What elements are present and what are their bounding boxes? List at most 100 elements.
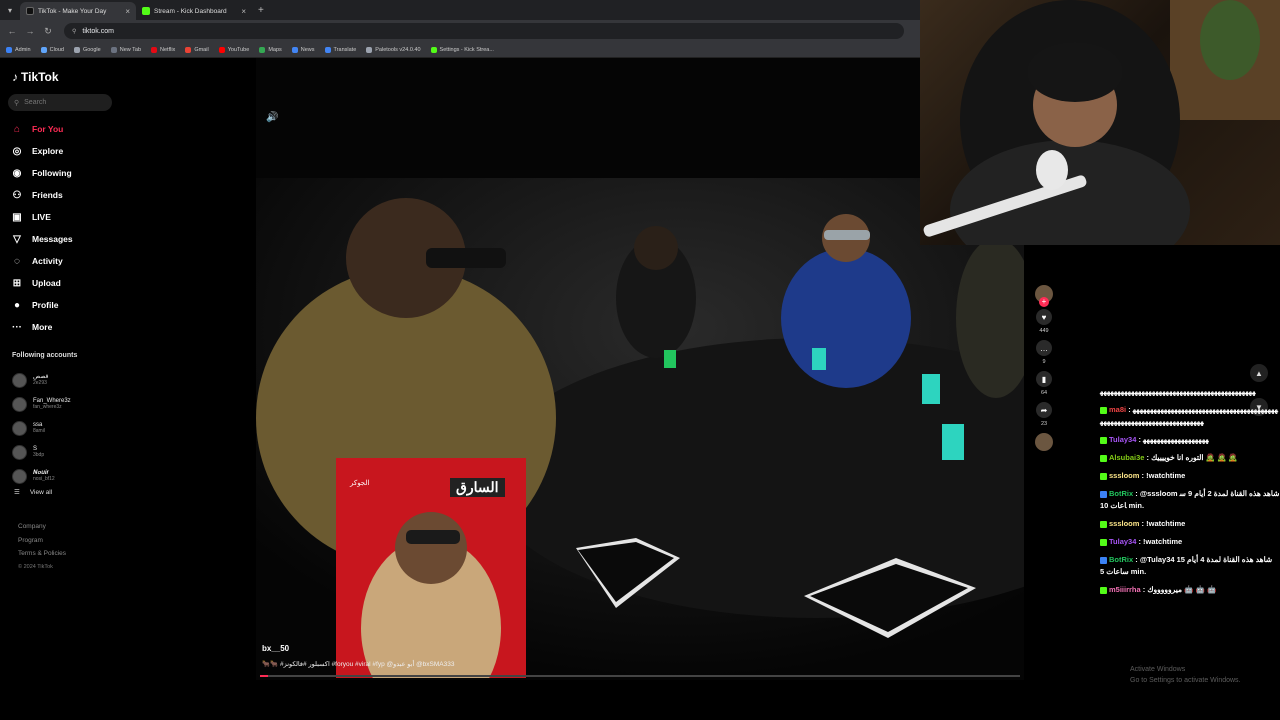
bookmark-item[interactable]: YouTube — [218, 46, 249, 53]
back-icon[interactable]: ← — [4, 23, 20, 39]
nav-item-friends[interactable]: ⚇ Friends — [10, 184, 120, 206]
nav-item-messages[interactable]: ▽ Messages — [10, 228, 120, 250]
sound-disc-action[interactable] — [1032, 433, 1056, 451]
following-account[interactable]: 𝑵𝒐𝒖𝒊𝒓 nosi_bf12 — [12, 464, 122, 488]
bookmark-item[interactable]: Settings - Kick Strea... — [430, 46, 494, 53]
nav-item-label: Upload — [32, 278, 61, 288]
upload-icon: ⊞ — [12, 277, 22, 289]
nav-item-following[interactable]: ◉ Following — [10, 162, 120, 184]
nav-item-activity[interactable]: ◌ Activity — [10, 250, 120, 272]
chat-badge-icon — [1100, 406, 1107, 414]
chat-username[interactable]: Alsubai3e — [1109, 453, 1144, 462]
action-count: 64 — [1040, 390, 1048, 396]
tab-tiktok[interactable]: TikTok - Make Your Day × — [20, 2, 136, 20]
bookmark-icon[interactable]: ▮ — [1036, 371, 1052, 387]
nav-item-label: Activity — [32, 256, 63, 266]
video-caption: 🐂🐂 #اكسبلور #فالكونز #foryou #viral #fyp… — [262, 661, 455, 668]
bookmark-item[interactable]: New Tab — [110, 46, 141, 53]
nav-item-profile[interactable]: ● Profile — [10, 294, 120, 316]
comment-action[interactable]: … 9 — [1032, 340, 1056, 365]
chevron-up-icon[interactable]: ▲ — [1250, 364, 1268, 382]
chat-separator: : — [1133, 489, 1140, 498]
chat-text: التوره انا خوييييك 🧟 🧟 🧟 — [1151, 453, 1238, 462]
bookmark-favicon-icon — [366, 46, 373, 53]
following-account[interactable]: ssa 8amil — [12, 416, 122, 440]
search-input[interactable]: ⚲ Search — [8, 94, 112, 111]
windows-activation-watermark: Activate Windows Go to Settings to activ… — [1130, 664, 1241, 686]
view-all-link[interactable]: ☰ View all — [14, 488, 52, 497]
bookmark-item[interactable]: Maps — [259, 46, 282, 53]
chat-username[interactable]: sssloom — [1109, 471, 1139, 480]
nav-item-live[interactable]: ▣ LIVE — [10, 206, 120, 228]
reload-icon[interactable]: ↻ — [40, 23, 56, 39]
volume-icon[interactable]: 🔊 — [266, 112, 278, 123]
chat-badge-icon — [1100, 538, 1107, 546]
site-info-icon[interactable]: ⚲ — [72, 28, 76, 35]
bookmark-item[interactable]: Translate — [324, 46, 357, 53]
close-tab-icon[interactable]: × — [125, 7, 130, 16]
follow-plus-icon[interactable]: + — [1039, 297, 1049, 307]
close-tab-icon[interactable]: × — [241, 7, 246, 16]
sound-disc-icon[interactable] — [1035, 433, 1053, 451]
chat-username[interactable]: sssloom — [1109, 519, 1139, 528]
chat-username[interactable]: BotRix — [1109, 555, 1133, 564]
comment-icon[interactable]: … — [1036, 340, 1052, 356]
share-action[interactable]: ➦ 23 — [1032, 402, 1056, 427]
footer-link-program[interactable]: Program — [18, 534, 66, 548]
tiktok-logo[interactable]: ♪ TikTok — [12, 70, 59, 84]
bookmark-item[interactable]: Paletools v24.0.40 — [366, 46, 421, 53]
bookmark-favicon-icon — [73, 46, 80, 53]
forward-icon[interactable]: → — [22, 23, 38, 39]
video-player[interactable]: 🔊 السارق الجوكر bx__50 🐂🐂 #اكسبلور #فالك… — [256, 58, 1024, 680]
chat-badge-icon — [1100, 586, 1107, 594]
creator-avatar-action[interactable]: + — [1032, 285, 1056, 307]
bookmark-label: Google — [82, 46, 101, 53]
chat-username[interactable]: m5iiirrha — [1109, 585, 1141, 594]
streamer-webcam-image — [923, 0, 1280, 245]
share-icon[interactable]: ➦ — [1036, 402, 1052, 418]
bookmark-label: Translate — [333, 46, 357, 53]
bookmark-item[interactable]: Admin — [6, 46, 31, 53]
messages-icon: ▽ — [13, 233, 21, 245]
tab-kick[interactable]: Stream - Kick Dashboard × — [136, 2, 252, 20]
bookmark-action[interactable]: ▮ 64 — [1032, 371, 1056, 396]
following-account[interactable]: Fan_Where3z fan_where3z — [12, 392, 122, 416]
new-tab-icon[interactable]: + — [252, 5, 270, 16]
chat-text: !watchtime — [1146, 471, 1186, 480]
tiktok-note-icon: ♪ — [12, 70, 18, 84]
account-name: قصص — [33, 373, 49, 380]
chat-username[interactable]: ma8i — [1109, 405, 1126, 414]
bookmark-favicon-icon — [430, 46, 437, 53]
chat-message: Tulay34 : ﻬﻬﻬﻬﻬﻬﻬﻬﻬﻬﻬﻬﻬﻬﻬﻬﻬﻬﻬ — [1100, 434, 1280, 446]
bookmark-item[interactable]: News — [291, 46, 315, 53]
nav-item-label: Explore — [32, 146, 64, 156]
bookmark-item[interactable]: Cloud — [40, 46, 64, 53]
nav-item-explore[interactable]: ◎ Explore — [10, 140, 120, 162]
creator-avatar[interactable]: + — [1035, 285, 1053, 307]
chat-username[interactable]: Tulay34 — [1109, 537, 1136, 546]
bookmark-item[interactable]: Gmail — [185, 46, 209, 53]
footer-link-company[interactable]: Company — [18, 520, 66, 534]
chat-message: Tulay34 : !watchtime — [1100, 536, 1280, 548]
heart-action[interactable]: ♥ 449 — [1032, 309, 1056, 334]
video-progress-bar[interactable] — [260, 675, 1020, 677]
bookmark-item[interactable]: Netflix — [151, 46, 175, 53]
following-account[interactable]: S 3bdp — [12, 440, 122, 464]
heart-icon[interactable]: ♥ — [1036, 309, 1052, 325]
nav-item-for-you[interactable]: ⌂ For You — [10, 118, 120, 140]
following-account[interactable]: قصص 2e293 — [12, 368, 122, 392]
nav-item-more[interactable]: ··· More — [10, 316, 120, 338]
chat-username[interactable]: BotRix — [1109, 489, 1133, 498]
video-author[interactable]: bx__50 — [262, 644, 289, 653]
logo-text: TikTok — [21, 70, 59, 84]
action-count: 23 — [1040, 421, 1048, 427]
footer-link-terms[interactable]: Terms & Policies — [18, 547, 66, 561]
bookmark-item[interactable]: Google — [73, 46, 101, 53]
url-field[interactable]: ⚲ tiktok.com — [64, 23, 904, 39]
chat-text: !watchtime — [1146, 519, 1186, 528]
tab-search-icon[interactable]: ▾ — [0, 0, 20, 20]
nav-item-upload[interactable]: ⊞ Upload — [10, 272, 120, 294]
chat-username[interactable]: Tulay34 — [1109, 435, 1136, 444]
avatar — [12, 420, 27, 436]
nav-item-label: Messages — [32, 234, 73, 244]
